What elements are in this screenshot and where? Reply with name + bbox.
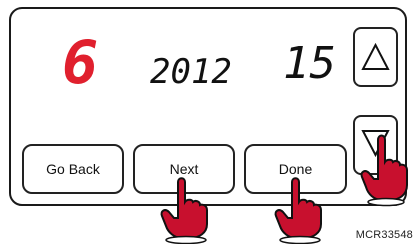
up-arrow-button[interactable] (353, 27, 398, 87)
go-back-label: Go Back (46, 161, 100, 177)
pointing-hand-icon (160, 177, 208, 244)
pointing-hand-icon (360, 134, 408, 207)
month-display: 6 (62, 28, 99, 98)
pointing-hand-icon (274, 177, 322, 244)
go-back-button[interactable]: Go Back (22, 144, 124, 194)
figure-caption: MCR33548 (355, 229, 413, 241)
year-display: 2012 (150, 52, 232, 92)
day-display: 15 (283, 38, 336, 89)
triangle-up-icon (361, 42, 390, 70)
